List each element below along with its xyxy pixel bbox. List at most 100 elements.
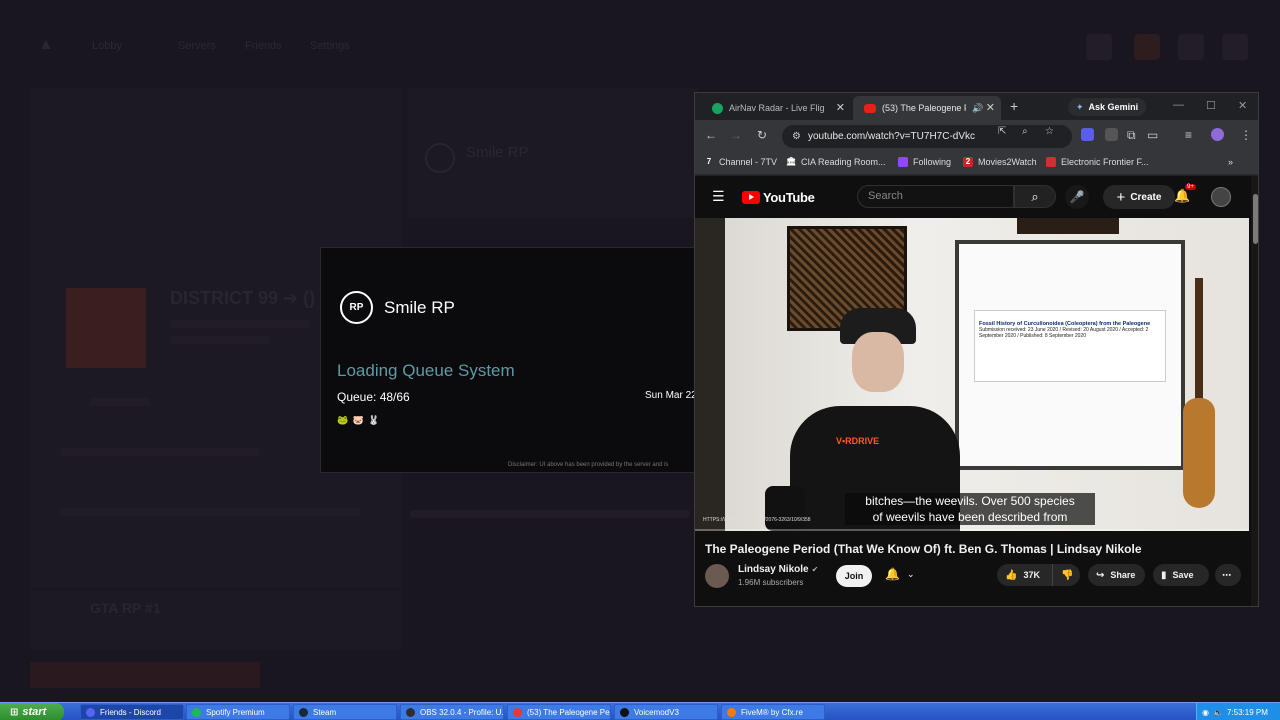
bg-close-button[interactable] <box>1222 34 1248 60</box>
account-avatar[interactable] <box>1211 187 1231 207</box>
more-actions-button[interactable]: ⋯ <box>1215 564 1241 586</box>
extension-shield-icon[interactable] <box>1081 128 1094 141</box>
split-view-icon[interactable]: ▭ <box>1147 128 1158 142</box>
reload-icon[interactable]: ↻ <box>757 128 767 142</box>
bg-user-button[interactable] <box>1134 34 1160 60</box>
bookmark-star-icon[interactable]: ☆ <box>1045 126 1054 137</box>
browser-toolbar: ← → ↻ ⚙ youtube.com/watch?v=TU7H7C-dVkc … <box>695 120 1258 153</box>
bg-line <box>90 398 150 406</box>
bookmark-item[interactable]: 2 Movies2Watch <box>963 157 1037 167</box>
smile-rp-logo-icon: RP <box>340 291 373 324</box>
search-input[interactable]: Search <box>857 185 1014 208</box>
scrollbar-thumb[interactable] <box>1253 194 1258 244</box>
bookmark-item[interactable]: 🏛 CIA Reading Room... <box>786 157 886 167</box>
clock[interactable]: 7:53:19 PM <box>1227 708 1268 717</box>
address-bar[interactable]: ⚙ youtube.com/watch?v=TU7H7C-dVkc <box>782 125 1072 148</box>
install-icon[interactable]: ⇱ <box>998 126 1006 137</box>
network-icon[interactable]: ◉ <box>1202 708 1209 717</box>
menu-dots-icon[interactable]: ⋮ <box>1240 128 1252 142</box>
bg-settings-button[interactable] <box>1178 34 1204 60</box>
taskbar-item-fivem[interactable]: FiveM® by Cfx.re <box>721 704 825 720</box>
youtube-logo-icon <box>742 191 760 204</box>
youtube-logo[interactable]: YouTube <box>742 190 815 205</box>
zoom-icon[interactable]: ⌕ <box>1022 126 1028 137</box>
cia-icon: 🏛 <box>786 157 797 166</box>
video-player[interactable]: Fossil History of Curculionoidea (Coleop… <box>695 218 1249 531</box>
extension-icon[interactable] <box>1105 128 1118 141</box>
nav-lobby[interactable]: Lobby <box>92 40 122 52</box>
bg-server-logo <box>425 143 455 173</box>
bg-line <box>60 448 260 456</box>
nav-friends[interactable]: Friends <box>245 40 282 52</box>
presenter-face <box>852 332 904 392</box>
minimize-icon[interactable]: — <box>1173 99 1184 111</box>
microphone-icon[interactable]: 🎤 <box>1065 185 1089 209</box>
popup-disclaimer: Disclaimer: UI above has been provided b… <box>508 462 669 468</box>
nav-settings[interactable]: Settings <box>310 40 350 52</box>
share-button[interactable]: ↪ Share <box>1088 564 1145 586</box>
7tv-icon: 7 <box>706 157 712 166</box>
bookmark-item[interactable]: Following <box>898 157 951 167</box>
ask-gemini-button[interactable]: ✦ Ask Gemini <box>1068 98 1147 116</box>
spotify-icon <box>192 707 201 717</box>
reading-list-icon[interactable]: ≡ <box>1185 128 1192 142</box>
search-icon[interactable]: ⌕ <box>1014 185 1056 208</box>
taskbar-item-discord[interactable]: Friends - Discord <box>80 704 184 720</box>
volume-icon[interactable]: 🔈 <box>1213 708 1223 717</box>
windows-taskbar: ⊞ start Friends - Discord Spotify Premiu… <box>0 702 1280 720</box>
more-bookmarks-icon[interactable]: » <box>1228 157 1233 167</box>
bookmark-item[interactable]: 7 Channel - 7TV <box>704 157 777 167</box>
dislike-button[interactable]: 👎 <box>1052 564 1080 586</box>
paper-meta: Submission received: 23 June 2020 / Revi… <box>979 327 1149 339</box>
bg-playlist-text: GTA RP #1 <box>90 600 161 616</box>
audio-playing-icon[interactable]: 🔊 <box>972 103 983 114</box>
forward-icon[interactable]: → <box>730 128 742 142</box>
channel-name[interactable]: Lindsay Nikole ✔ <box>738 564 818 575</box>
maximize-icon[interactable]: ☐ <box>1206 99 1216 112</box>
bg-server-card[interactable] <box>66 288 146 368</box>
video-progress-bar[interactable] <box>695 529 1249 531</box>
close-window-icon[interactable]: ✕ <box>1238 99 1247 112</box>
chrome-icon <box>513 707 522 717</box>
bookmark-item[interactable]: Electronic Frontier F... <box>1046 157 1149 167</box>
youtube-page: ☰ YouTube Search ⌕ 🎤 + Create 🔔 9+ Fossi… <box>695 176 1251 606</box>
start-button[interactable]: ⊞ start <box>0 703 64 720</box>
bg-connect-strip[interactable] <box>30 662 260 688</box>
bg-action-button[interactable] <box>1086 34 1112 60</box>
url-text: youtube.com/watch?v=TU7H7C-dVkc <box>808 131 976 142</box>
taskbar-item-steam[interactable]: Steam <box>293 704 397 720</box>
site-info-icon[interactable]: ⚙ <box>792 125 801 148</box>
tab-title: AirNav Radar - Live Flight <box>729 103 825 113</box>
page-scrollbar[interactable] <box>1251 176 1258 606</box>
shirt-logo: V•RDRIVE <box>836 436 880 446</box>
save-button[interactable]: ▮ Save <box>1153 564 1209 586</box>
save-icon: ▮ <box>1161 569 1167 581</box>
video-top-frame <box>1017 218 1119 234</box>
extensions-puzzle-icon[interactable]: ⧉ <box>1127 128 1136 143</box>
channel-avatar[interactable] <box>705 564 729 588</box>
new-tab-button[interactable]: + <box>1010 98 1018 114</box>
tab-airnav[interactable]: AirNav Radar - Live Flight ✕ <box>701 96 851 120</box>
close-tab-icon[interactable]: ✕ <box>986 101 995 114</box>
caption-line: of weevils have been described from <box>872 510 1068 524</box>
popup-date: Sun Mar 22 <box>645 390 694 401</box>
create-button[interactable]: + Create <box>1103 185 1175 209</box>
taskbar-item-obs[interactable]: OBS 32.0.4 - Profile: U... <box>400 704 504 720</box>
notifications-bell-icon[interactable]: 🔔 <box>1174 188 1190 204</box>
subscription-bell-icon[interactable]: 🔔 <box>885 567 900 581</box>
system-tray: ◉ 🔈 7:53:19 PM <box>1196 703 1280 720</box>
taskbar-item-voicemod[interactable]: VoicemodV3 <box>614 704 718 720</box>
nav-servers[interactable]: Servers <box>178 40 216 52</box>
popup-server-name: Smile RP <box>384 298 455 317</box>
hamburger-menu-icon[interactable]: ☰ <box>712 188 725 205</box>
profile-avatar[interactable] <box>1211 128 1224 141</box>
join-button[interactable]: Join <box>836 565 872 587</box>
back-icon[interactable]: ← <box>705 128 717 142</box>
verified-icon: ✔ <box>811 565 819 574</box>
taskbar-item-spotify[interactable]: Spotify Premium <box>186 704 290 720</box>
tab-youtube[interactable]: (53) The Paleogene Pe 🔊 ✕ <box>853 96 1001 120</box>
taskbar-item-chrome[interactable]: (53) The Paleogene Pe... <box>507 704 611 720</box>
chevron-down-icon[interactable]: ⌄ <box>907 569 915 580</box>
close-tab-icon[interactable]: ✕ <box>836 101 845 114</box>
popup-emojis: 🐸 🐷 🐰 <box>337 415 381 425</box>
